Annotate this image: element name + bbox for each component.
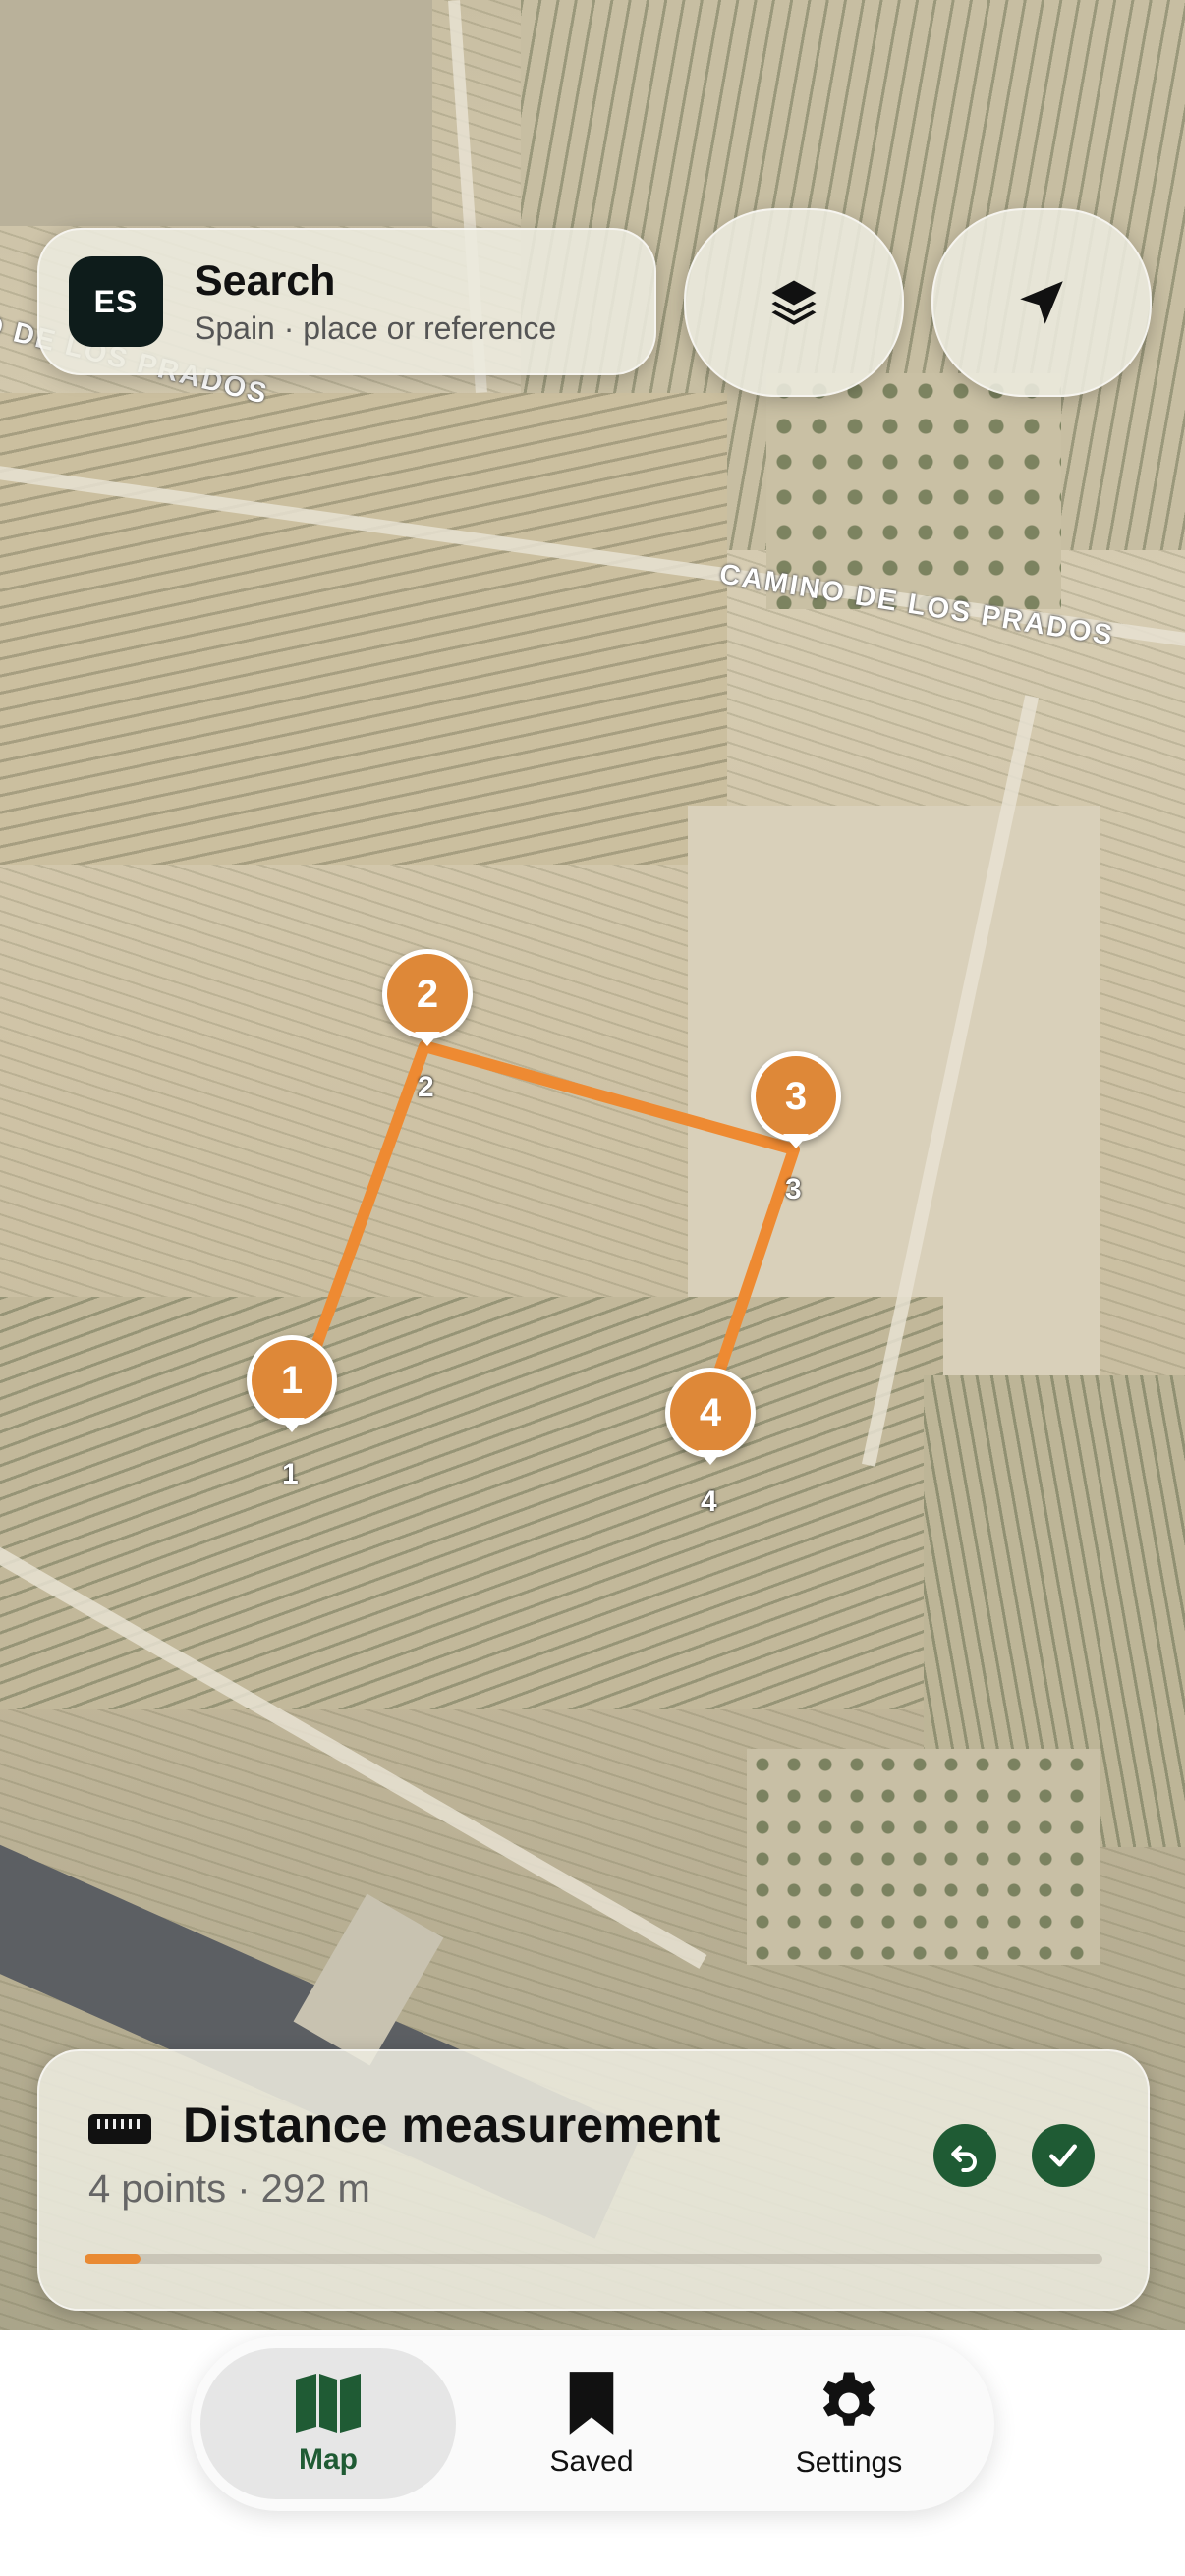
pin-tail bbox=[279, 1418, 305, 1432]
measurement-line bbox=[287, 1040, 800, 1417]
waypoint-number: 4 bbox=[665, 1368, 756, 1458]
undo-button[interactable] bbox=[933, 2124, 996, 2187]
waypoint-pin-3[interactable]: 3 bbox=[751, 1051, 841, 1153]
locate-me-button[interactable] bbox=[931, 208, 1152, 397]
pin-tail bbox=[698, 1450, 723, 1465]
map-icon bbox=[296, 2374, 361, 2433]
waypoint-number: 1 bbox=[247, 1335, 337, 1426]
confirm-button[interactable] bbox=[1032, 2124, 1095, 2187]
measurement-panel: Distance measurement 4 points · 292 m bbox=[37, 2049, 1150, 2311]
measurement-title: Distance measurement bbox=[183, 2098, 721, 2153]
progress-fill bbox=[85, 2254, 141, 2264]
bookmark-icon bbox=[569, 2372, 614, 2435]
search-title: Search bbox=[195, 257, 336, 305]
tab-label: Map bbox=[299, 2443, 358, 2476]
ruler-icon bbox=[88, 2114, 151, 2144]
vertex-label: 1 bbox=[282, 1458, 299, 1490]
measurement-progress bbox=[85, 2254, 1102, 2264]
undo-icon bbox=[951, 2145, 977, 2172]
country-badge[interactable]: ES bbox=[69, 256, 163, 347]
tab-label: Settings bbox=[795, 2446, 903, 2479]
location-arrow-icon bbox=[1020, 281, 1063, 324]
pin-tail bbox=[415, 1032, 440, 1046]
tab-label: Saved bbox=[549, 2445, 634, 2478]
pin-tail bbox=[783, 1134, 809, 1148]
waypoint-pin-2[interactable]: 2 bbox=[382, 949, 473, 1051]
tab-bar: Map Saved Settings bbox=[191, 2336, 994, 2511]
waypoint-number: 3 bbox=[751, 1051, 841, 1142]
vertex-label: 3 bbox=[785, 1173, 802, 1205]
vertex-label: 4 bbox=[701, 1485, 717, 1518]
search-bar[interactable]: ES Search Spain · place or reference bbox=[37, 228, 656, 375]
tab-saved[interactable]: Saved bbox=[464, 2348, 719, 2499]
measurement-summary: 4 points · 292 m bbox=[88, 2167, 370, 2211]
waypoint-pin-1[interactable]: 1 bbox=[247, 1335, 337, 1437]
waypoint-number: 2 bbox=[382, 949, 473, 1039]
tab-map[interactable]: Map bbox=[200, 2348, 456, 2499]
check-icon bbox=[1049, 2144, 1077, 2167]
search-placeholder: Spain · place or reference bbox=[195, 310, 557, 346]
gear-icon bbox=[822, 2372, 875, 2426]
tab-settings[interactable]: Settings bbox=[721, 2348, 977, 2499]
vertex-label: 2 bbox=[418, 1071, 434, 1103]
waypoint-pin-4[interactable]: 4 bbox=[665, 1368, 756, 1470]
layers-button[interactable] bbox=[684, 208, 904, 397]
layers-icon bbox=[771, 280, 817, 325]
